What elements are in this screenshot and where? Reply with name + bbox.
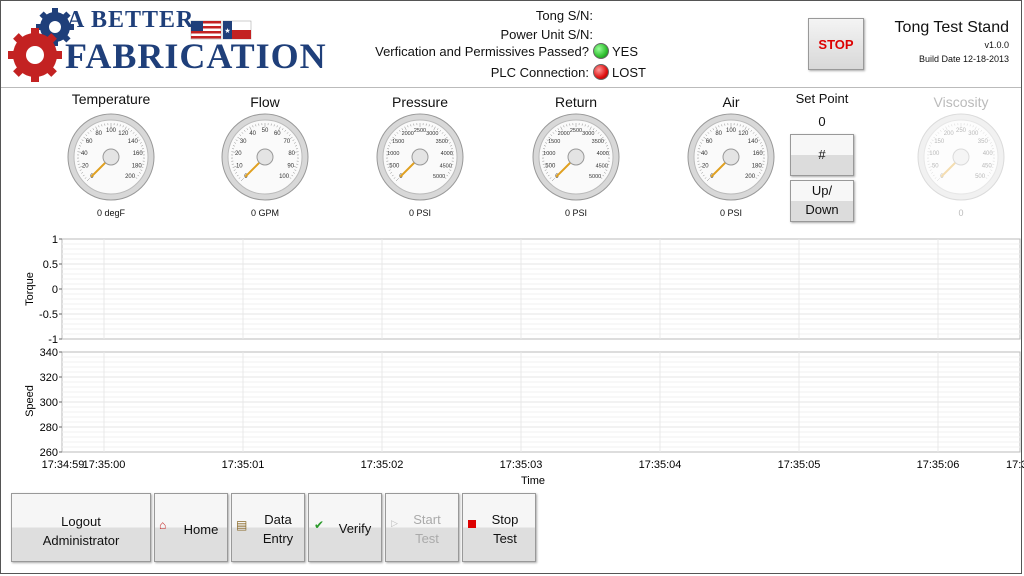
x-tick-label: 17:35:00	[83, 459, 126, 471]
verify-button[interactable]: ✔ Verify	[308, 493, 382, 562]
checkmark-icon: ✔	[314, 518, 325, 532]
stop-line1: Stop	[491, 512, 519, 527]
y-tick-label: 1	[52, 234, 58, 246]
y-tick-label: -1	[48, 334, 58, 346]
logout-line2: Administrator	[42, 533, 120, 548]
start-line1: Start	[413, 512, 441, 527]
charts: Torque Speed Time 1 0.5 0 -0.5 -1340 320 300 28…	[24, 234, 1024, 487]
home-button[interactable]: ⌂ Home	[154, 493, 228, 562]
x-tick-label: 17:35:03	[500, 459, 543, 471]
home-icon: ⌂	[159, 518, 167, 532]
stop-line2: Test	[493, 531, 517, 546]
y-tick-label: 300	[40, 397, 58, 409]
start-test-button[interactable]: ▷ Start Test	[385, 493, 459, 562]
data-entry-button[interactable]: ▤ Data Entry	[231, 493, 305, 562]
y-tick-label: 320	[40, 372, 58, 384]
home-label: Home	[183, 522, 219, 537]
verify-label: Verify	[338, 521, 372, 536]
torque-axis-label: Torque	[24, 272, 36, 306]
y-tick-label: 0.5	[43, 259, 58, 271]
y-tick-label: -0.5	[39, 309, 58, 321]
y-tick-label: 0	[52, 284, 58, 296]
logout-line1: Logout	[61, 514, 101, 529]
y-tick-label: 260	[40, 447, 58, 459]
x-tick-label: 17:35:07	[1006, 459, 1024, 471]
data-entry-line2: Entry	[262, 531, 294, 546]
x-tick-label: 17:35:06	[917, 459, 960, 471]
x-tick-label: 17:35:04	[639, 459, 682, 471]
y-tick-label: 340	[40, 347, 58, 359]
start-line2: Test	[415, 531, 439, 546]
x-tick-label: 17:35:01	[222, 459, 265, 471]
x-tick-label: 17:35:02	[361, 459, 404, 471]
y-tick-label: 280	[40, 422, 58, 434]
x-tick-label: 17:35:05	[778, 459, 821, 471]
x-tick-label: 17:34:59	[42, 459, 85, 471]
stop-test-button[interactable]: Stop Test	[462, 493, 536, 562]
clipboard-icon: ▤	[236, 518, 248, 532]
time-axis-label: Time	[521, 475, 545, 487]
data-entry-line1: Data	[264, 512, 292, 527]
speed-axis-label: Speed	[24, 385, 36, 417]
logout-button[interactable]: Logout Administrator	[11, 493, 151, 562]
